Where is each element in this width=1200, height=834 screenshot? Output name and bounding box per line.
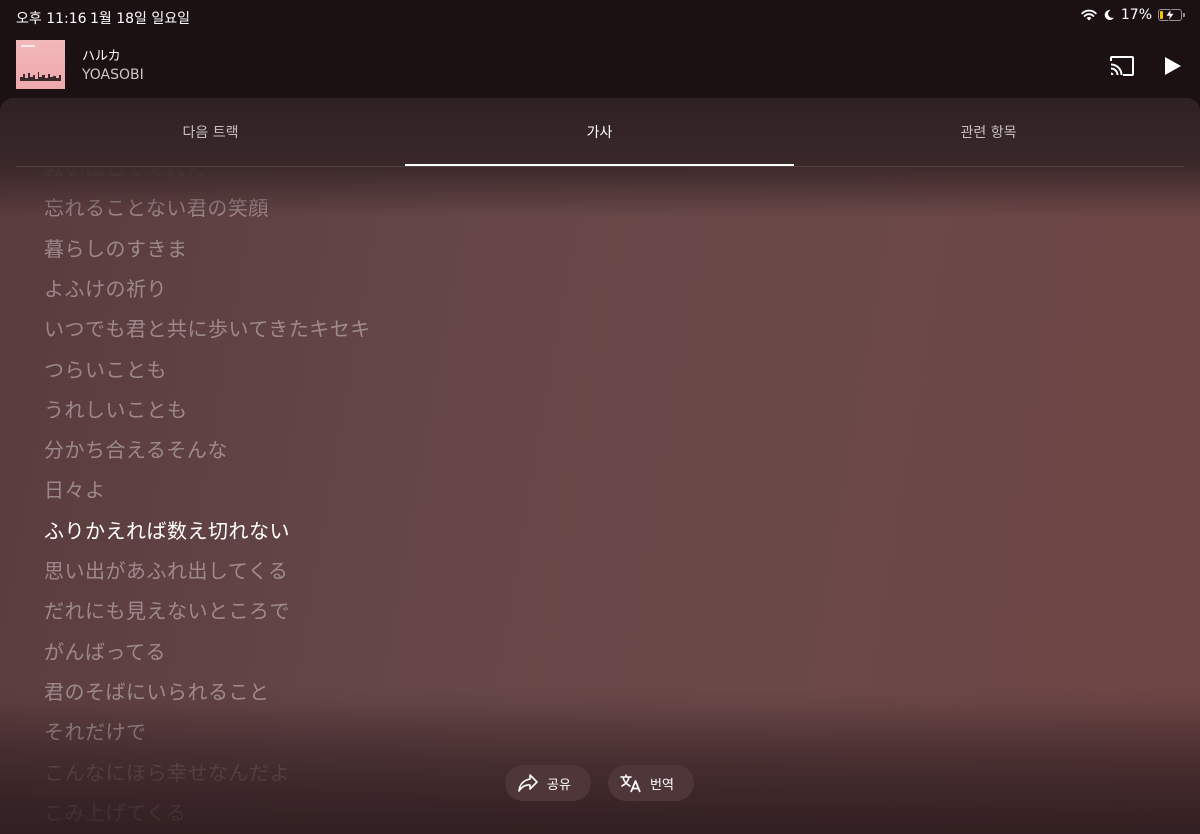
lyric-line[interactable]: がんばってる [44,636,166,665]
status-date: 1월 18일 일요일 [90,11,191,27]
lyric-line[interactable]: 君のそばにいられること [44,676,270,705]
charging-bolt-icon [1165,9,1175,21]
moon-icon [1103,9,1115,21]
tab-label: 다음 트랙 [182,125,239,141]
lyric-line[interactable]: よふけの祈り [44,273,167,302]
tab-up-next[interactable]: 다음 트랙 [16,98,405,166]
lyric-line[interactable]: 暮らしのすきま [44,233,188,262]
lyric-line[interactable]: 思い出があふれ出してくる [44,555,288,584]
share-button[interactable]: 공유 [505,765,591,801]
now-playing-sheet: 救い出してくれた 忘れることない君の笑顔 暮らしのすきま よふけの祈り いつでも君と共に… [0,98,1200,834]
track-artist: YOASOBI [82,67,144,83]
battery-cap [1183,13,1185,17]
lyric-line[interactable]: うれしいことも [44,394,188,423]
lyrics-list[interactable]: 救い出してくれた 忘れることない君の笑顔 暮らしのすきま よふけの祈り いつでも君と共に… [44,154,1160,834]
album-art-skyline [20,72,61,81]
translate-icon [620,774,641,793]
tab-divider [16,166,1184,167]
play-button[interactable] [1160,54,1184,78]
battery-icon [1158,9,1185,21]
play-icon [1165,57,1181,75]
album-art[interactable] [16,40,65,89]
tab-lyrics[interactable]: 가사 [405,98,794,166]
translate-button[interactable]: 번역 [608,765,694,801]
status-indicators: 17% [1081,7,1185,23]
cast-button[interactable] [1108,54,1136,78]
lyric-line-current[interactable]: ふりかえれば数え切れない [44,515,290,544]
lyric-line[interactable]: だれにも見えないところで [44,595,290,624]
tab-bar: 다음 트랙 가사 관련 항목 [0,98,1200,167]
mini-player[interactable]: ハルカ YOASOBI [0,32,1200,98]
tab-label: 가사 [586,125,613,141]
share-label: 공유 [547,777,571,793]
cast-icon [1110,56,1134,76]
lyric-line[interactable]: つらいことも [44,354,167,383]
lyric-line[interactable]: こんなにほら幸せなんだよ [44,757,290,786]
battery-fill [1160,11,1163,19]
lyric-line[interactable]: 忘れることない君の笑顔 [44,192,269,221]
lyric-line[interactable]: 日々よ [44,474,106,503]
lyric-line[interactable]: 分かち合えるそんな [44,434,228,463]
wifi-icon [1081,9,1097,21]
tab-label: 관련 항목 [960,125,1017,141]
status-time: 오후 11:16 [16,11,87,27]
battery-percent: 17% [1120,7,1152,23]
tab-active-indicator [405,164,794,166]
translate-label: 번역 [650,777,674,793]
album-art-logo [21,45,35,47]
music-app: 오후 11:16 1월 18일 일요일 17% ハルカ YOASOBI 救い出し… [0,0,1200,834]
status-bar: 오후 11:16 1월 18일 일요일 17% [0,0,1200,32]
lyric-line[interactable]: こみ上げてくる [44,797,187,826]
share-icon [518,774,538,792]
tab-related[interactable]: 관련 항목 [794,98,1183,166]
track-title: ハルカ [82,49,121,64]
lyric-line[interactable]: いつでも君と共に歩いてきたキセキ [44,313,371,342]
lyric-line[interactable]: それだけで [44,716,147,745]
